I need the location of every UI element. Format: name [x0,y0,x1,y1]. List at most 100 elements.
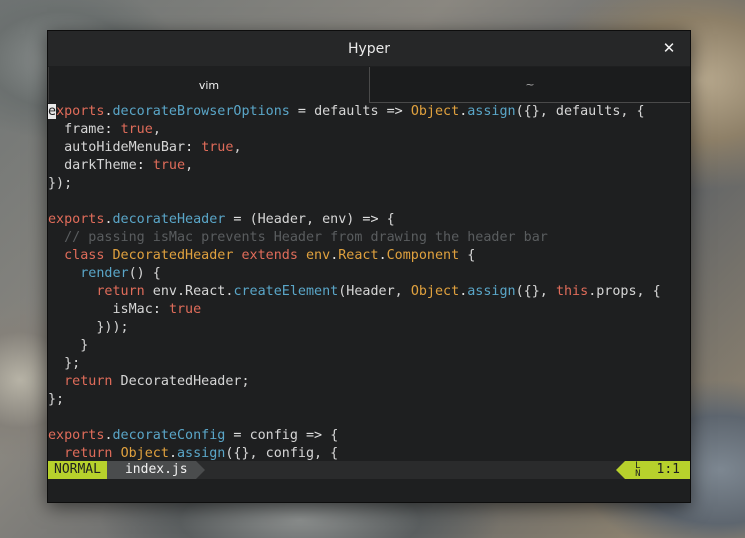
code-token: return [64,374,113,389]
code-token: . [104,428,113,443]
code-token: . [378,248,387,263]
code-line: exports.decorateConfig = config => { [48,427,690,445]
code-token: ({}, [515,284,556,299]
code-token: } [48,338,89,353]
code-token: decorateConfig [112,428,226,443]
code-line: return DecoratedHeader; [48,373,690,391]
code-token: createElement [233,284,339,299]
code-token: . [104,104,113,119]
code-token: this [555,284,589,299]
code-token: true [120,122,153,137]
code-token: = [225,428,250,443]
editor-buffer[interactable]: exports.decorateBrowserOptions = default… [48,103,690,461]
code-token: , [152,122,161,137]
statusline-separator [616,461,626,479]
code-token: }; [48,392,65,407]
code-token: = [289,104,315,119]
code-line: }; [48,391,690,409]
code-token: decorateBrowserOptions [112,104,290,119]
code-line: render() { [48,265,690,283]
code-token: exports [48,428,105,443]
code-token: DecoratedHeader [112,248,234,263]
cursor-position: L N 1:1 [625,461,690,479]
code-line: class DecoratedHeader extends env.React.… [48,247,690,265]
code-token: return [96,284,145,299]
code-line: autoHideMenuBar: true, [48,139,690,157]
code-line: // passing isMac prevents Header from dr… [48,229,690,247]
code-token: { [386,212,395,227]
cursor-position-value: 1:1 [656,462,680,477]
code-line: frame: true, [48,121,690,139]
code-token: Object [410,284,460,299]
code-token: (Header, [338,284,411,299]
mode-indicator: NORMAL [48,461,116,479]
tab-label: vim [198,78,220,92]
code-token: exports [48,212,105,227]
code-token: isMac [48,302,153,317]
code-token: . [168,446,177,461]
code-token: render [80,266,129,281]
code-token: : [104,122,121,137]
code-token: true [152,158,186,173]
code-token: true [201,140,234,155]
code-token: Component [386,248,460,263]
code-token: = [225,212,250,227]
code-line: }); [48,175,690,193]
code-token: , [233,140,242,155]
code-token: DecoratedHeader; [112,374,250,389]
code-line: exports.decorateHeader = (Header, env) =… [48,211,690,229]
line-number-icon: L N [635,461,641,479]
close-icon[interactable]: ✕ [660,39,678,57]
title-bar: Hyper ✕ [48,31,690,66]
code-line: })); [48,319,690,337]
tab-label: ~ [525,78,535,91]
code-token: true [168,302,202,317]
code-token: Object [120,446,169,461]
tab-home[interactable]: ~ [369,67,690,103]
code-token: ({}, defaults, { [515,104,645,119]
code-token: () { [128,266,161,281]
code-line: exports.decorateBrowserOptions = default… [48,103,690,121]
code-token: assign [467,104,516,119]
code-line: } [48,337,690,355]
code-token: darkTheme [48,158,137,173]
tab-bar: vim ~ [48,67,690,103]
hyper-window: Hyper ✕ vim ~ exports.decorateBrowserOpt… [47,30,691,503]
code-token: assign [467,284,516,299]
code-line: }; [48,355,690,373]
code-token: class [64,248,105,263]
code-token: autoHideMenuBar [48,140,186,155]
code-token: : [136,158,153,173]
code-token: (Header, env) [249,212,355,227]
code-token: env.React. [144,284,234,299]
code-line: darkTheme: true, [48,157,690,175]
code-token: => [354,212,387,227]
code-token: }; [48,356,81,371]
code-token: : [152,302,169,317]
filename-label: index.js [106,461,205,479]
code-line: isMac: true [48,301,690,319]
code-token: defaults [314,104,379,119]
code-token: .props, { [588,284,661,299]
code-token: decorateHeader [112,212,226,227]
code-token: })); [48,320,129,335]
code-token: => [297,428,331,443]
tab-vim[interactable]: vim [48,67,369,103]
code-token: => [378,104,411,119]
code-token: extends [241,248,298,263]
code-token: , [185,158,194,173]
code-line: return env.React.createElement(Header, O… [48,283,690,301]
code-token: . [104,212,113,227]
code-token: { [459,248,476,263]
vim-statusline: NORMAL index.js L N 1:1 [48,461,690,479]
code-line: return Object.assign({}, config, { [48,445,690,461]
